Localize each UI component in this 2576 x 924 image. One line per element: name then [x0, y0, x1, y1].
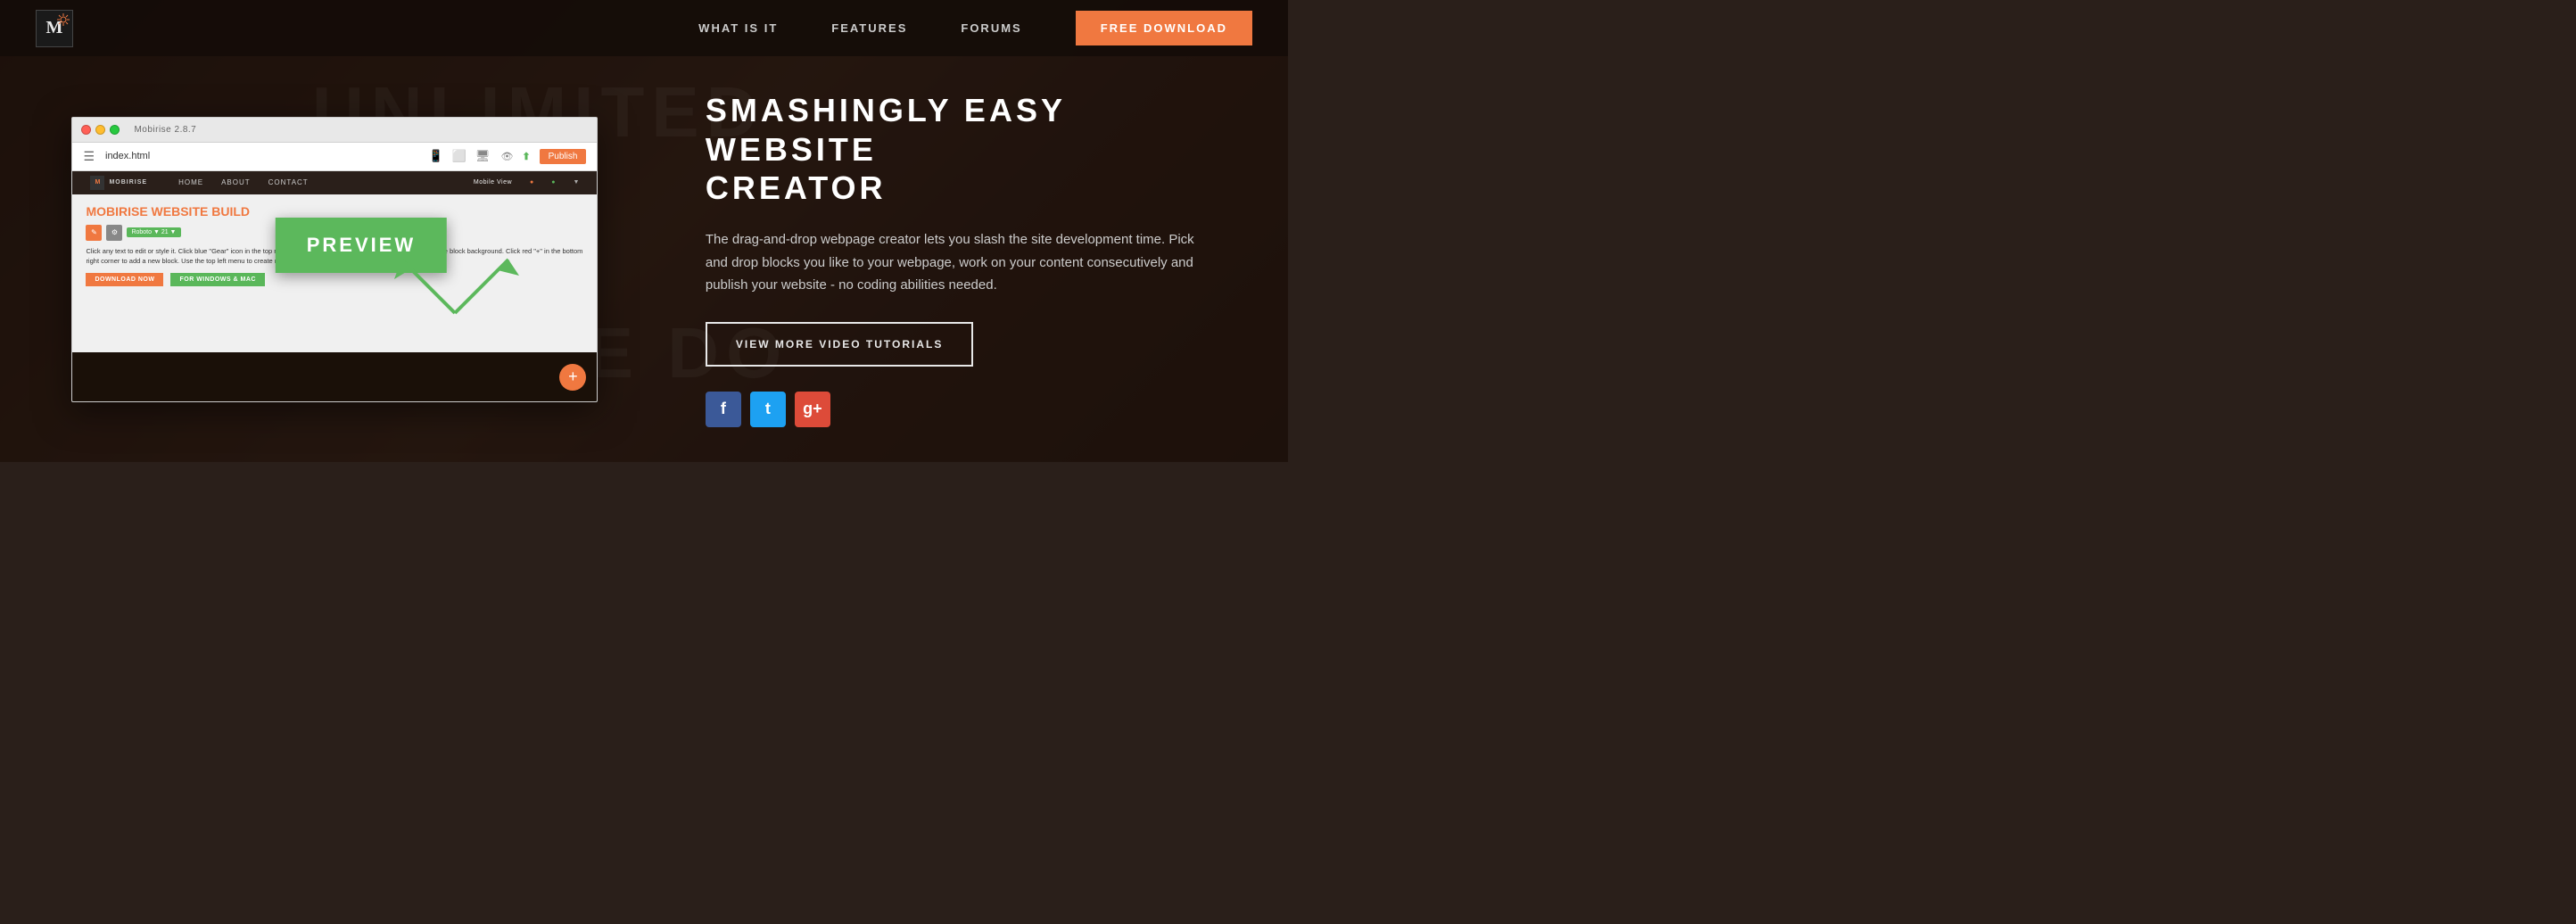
window-maximize[interactable] [110, 125, 120, 135]
nav-links: WHAT IS IT FEATURES FORUMS FREE DOWNLOAD [698, 11, 1252, 45]
heading-line1: SMASHINGLY EASY WEBSITE [706, 92, 1065, 167]
mobile-device-icon[interactable]: 📱 [429, 149, 443, 163]
upload-icon[interactable]: ⬆ [522, 151, 530, 162]
site-font-selector[interactable]: Roboto ▼ 21 ▼ [127, 227, 180, 237]
twitter-icon[interactable]: t [750, 392, 786, 427]
app-toolbar: ☰ index.html 📱 ⬜ 🖥 👁 ⬆ Publish [72, 143, 597, 171]
toolbar-filename: index.html [105, 151, 418, 161]
app-inner-chevron: ▼ [574, 179, 580, 186]
site-gear-btn[interactable]: ⚙ [106, 225, 122, 241]
main-description: The drag-and-drop webpage creator lets y… [706, 228, 1205, 297]
right-panel: SMASHINGLY EASY WEBSITE CREATOR The drag… [670, 56, 1288, 462]
site-edit-btn[interactable]: ✎ [86, 225, 102, 241]
app-bottom-area: + [72, 352, 597, 401]
free-download-button[interactable]: FREE DOWNLOAD [1076, 11, 1252, 45]
app-inner-nav-about: ABOUT [221, 178, 251, 186]
window-minimize[interactable] [95, 125, 105, 135]
site-windows-btn[interactable]: FOR WINDOWS & MAC [170, 273, 265, 286]
mobile-view-label: Mobile View [474, 179, 512, 186]
logo[interactable]: M [36, 10, 73, 47]
toolbar-right: 👁 ⬆ Publish [500, 149, 586, 164]
main-content: Mobirise 2.8.7 ☰ index.html 📱 ⬜ 🖥 👁 ⬆ Pu… [0, 56, 1288, 462]
add-block-button[interactable]: + [559, 364, 586, 391]
app-inner-publish-label: ● [530, 179, 533, 186]
site-download-btn[interactable]: DOWNLOAD NOW [86, 273, 163, 286]
view-tutorials-button[interactable]: VIEW MORE VIDEO TUTORIALS [706, 322, 973, 367]
heading-line2: CREATOR [706, 169, 887, 206]
google-plus-icon[interactable]: g+ [795, 392, 830, 427]
app-inner-brand: M MOBIRISE [90, 176, 147, 190]
app-inner-nav-contact: CONTACT [268, 178, 309, 186]
publish-button[interactable]: Publish [540, 149, 587, 164]
app-inner-navbar: M MOBIRISE HOME ABOUT CONTACT Mobile Vie… [72, 171, 597, 194]
app-inner-logo-letter: M [95, 179, 101, 186]
window-close[interactable] [81, 125, 91, 135]
eye-icon[interactable]: 👁 [500, 151, 513, 162]
logo-rays-icon [57, 13, 70, 26]
left-panel: Mobirise 2.8.7 ☰ index.html 📱 ⬜ 🖥 👁 ⬆ Pu… [0, 56, 670, 462]
app-inner-logo: M [90, 176, 104, 190]
app-titlebar: Mobirise 2.8.7 [72, 118, 597, 143]
nav-what-is-it[interactable]: WHAT IS IT [698, 21, 778, 35]
arrows-decoration [384, 251, 526, 322]
facebook-icon[interactable]: f [706, 392, 741, 427]
logo-box: M [36, 10, 73, 47]
main-heading: SMASHINGLY EASY WEBSITE CREATOR [706, 91, 1234, 207]
social-icons: f t g+ [706, 392, 1234, 427]
desktop-device-icon[interactable]: 🖥 [475, 149, 491, 163]
window-controls [81, 125, 120, 135]
app-inner-dot-green: ● [551, 179, 555, 186]
app-inner-nav-home: HOME [178, 178, 203, 186]
nav-forums[interactable]: FORUMS [961, 21, 1021, 35]
app-title: Mobirise 2.8.7 [134, 125, 196, 135]
nav-features[interactable]: FEATURES [831, 21, 907, 35]
app-inner-brand-label: MOBIRISE [109, 179, 147, 186]
tablet-device-icon[interactable]: ⬜ [452, 149, 466, 163]
navbar: M WHAT IS IT FEATURES FORUMS FREE DOWNLO… [0, 0, 1288, 56]
menu-icon[interactable]: ☰ [83, 149, 95, 164]
device-icons: 📱 ⬜ 🖥 [429, 149, 491, 163]
